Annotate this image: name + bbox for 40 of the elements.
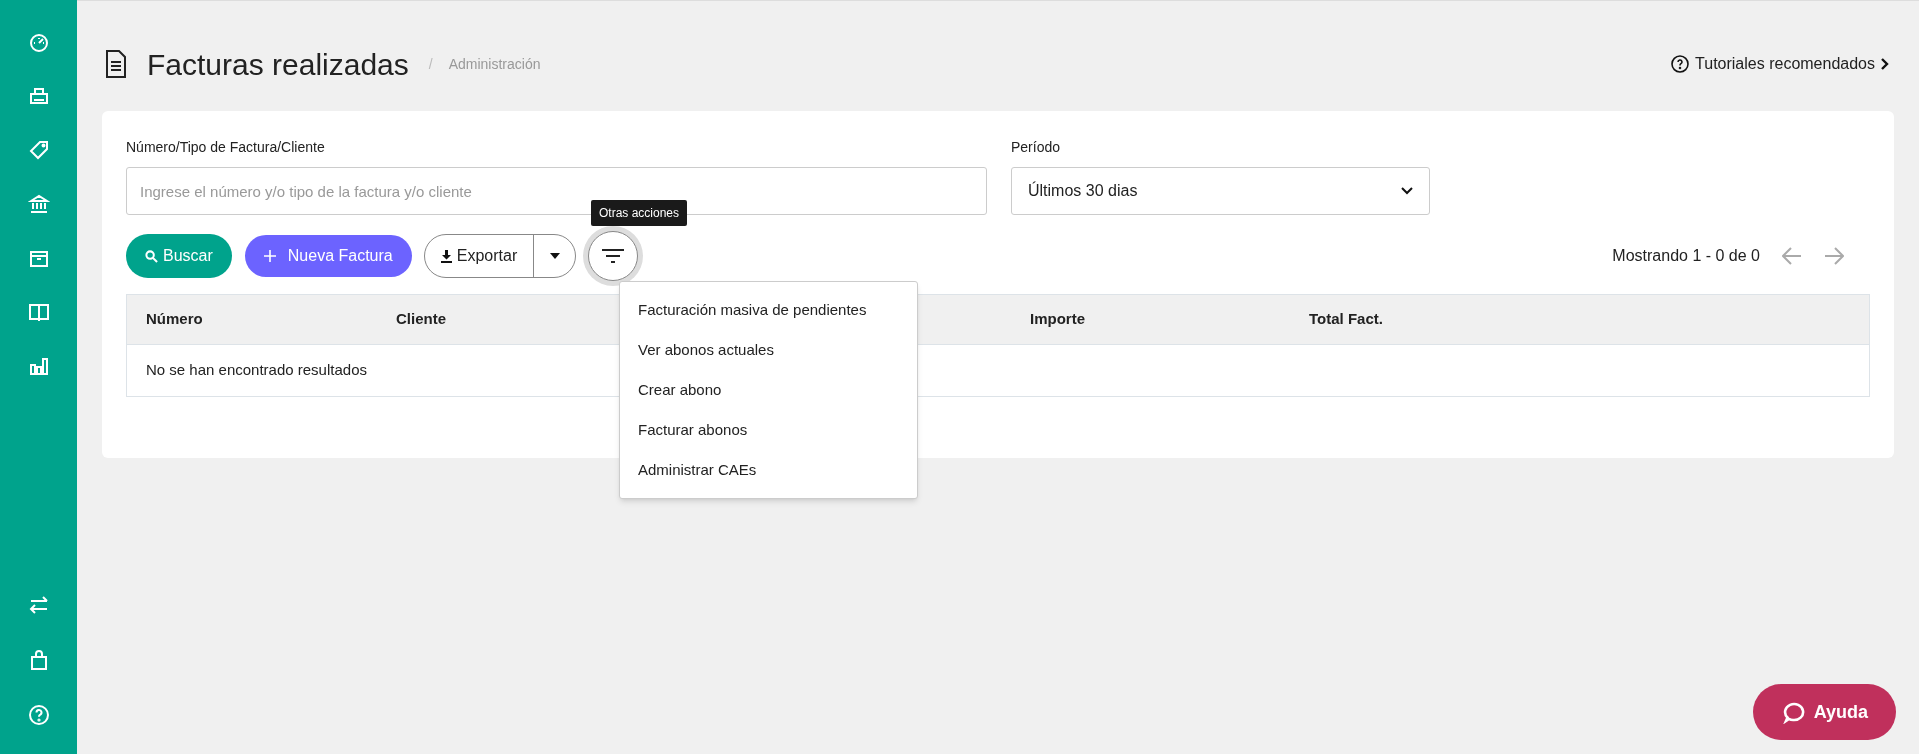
menu-item[interactable]: Crear abono	[620, 370, 917, 410]
help-icon[interactable]	[27, 704, 50, 726]
caret-icon	[549, 253, 560, 259]
pagination-text: Mostrando 1 - 0 de 0	[1612, 246, 1760, 266]
printer-icon[interactable]	[27, 85, 50, 107]
menu-item[interactable]: Facturar abonos	[620, 410, 917, 450]
field-label: Número/Tipo de Factura/Cliente	[126, 138, 326, 157]
help-button[interactable]: Ayuda	[1752, 684, 1896, 740]
swap-arrows-icon[interactable]	[27, 594, 50, 616]
document-icon	[105, 50, 127, 78]
breadcrumb-separator: /	[428, 54, 433, 74]
column-header: Total Fact.	[1309, 309, 1383, 330]
menu-item[interactable]: Facturación masiva de pendientes	[620, 290, 917, 330]
gauge-icon[interactable]	[27, 31, 50, 53]
plus-icon	[263, 250, 276, 262]
breadcrumb: Administración	[448, 54, 541, 74]
menu-item[interactable]: Ver abonos actuales	[620, 330, 917, 370]
download-icon	[440, 249, 452, 263]
column-header: Importe	[1030, 309, 1085, 330]
book-icon[interactable]	[27, 301, 50, 323]
help-icon	[1671, 55, 1690, 73]
tag-icon[interactable]	[27, 139, 50, 161]
menu-item[interactable]: Administrar CAEs	[620, 450, 917, 490]
arrow-right-icon[interactable]	[1824, 247, 1844, 265]
column-header: Cliente	[396, 309, 446, 330]
empty-message: No se han encontrado resultados	[146, 360, 367, 381]
period-select[interactable]: Últimos 30 dias	[1011, 167, 1430, 215]
column-header: Número	[146, 309, 203, 330]
tutorials-link[interactable]: Tutoriales recomendados	[1671, 52, 1889, 76]
chevron-down-icon	[1401, 187, 1413, 195]
search-icon	[145, 249, 158, 263]
bank-icon[interactable]	[27, 193, 50, 215]
field-label: Período	[1011, 138, 1062, 157]
page-title: Facturas realizadas	[147, 46, 409, 83]
new-invoice-button[interactable]: Nueva Factura	[244, 235, 412, 277]
bar-chart-icon[interactable]	[27, 355, 50, 377]
tooltip: Otras acciones	[591, 200, 688, 226]
chevron-right-icon	[1881, 58, 1889, 70]
filter-icon	[602, 249, 625, 263]
arrow-left-icon[interactable]	[1782, 247, 1802, 265]
